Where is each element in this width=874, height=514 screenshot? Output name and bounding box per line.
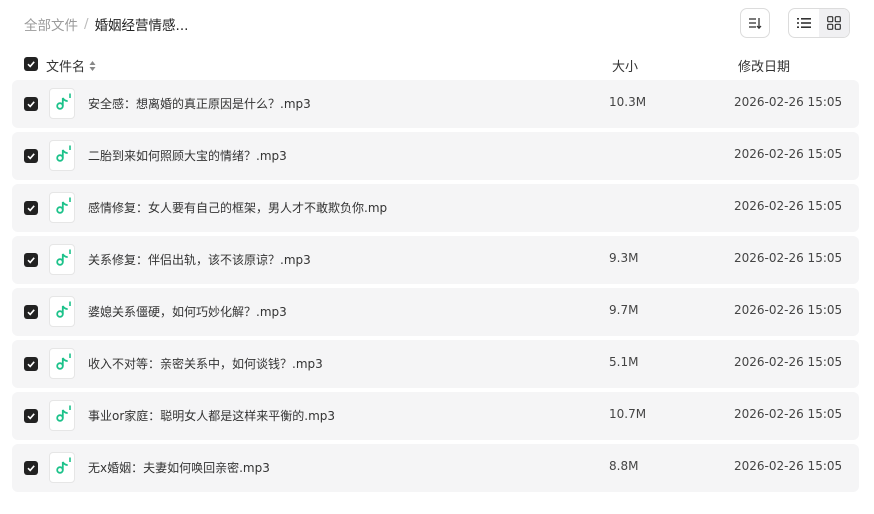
file-size: 10.3M [609,95,647,109]
file-size: 9.3M [609,251,639,265]
table-row[interactable]: 收入不对等：亲密关系中，如何谈钱？.mp3 5.1M 2026-02-26 15… [12,340,859,388]
audio-file-icon [49,244,75,275]
row-checkbox[interactable] [24,149,38,163]
audio-file-icon [49,88,75,119]
sort-toggle-icon [89,60,96,72]
breadcrumb-current-folder: 婚姻经营情感... [94,18,189,34]
row-checkbox[interactable] [24,409,38,423]
file-date: 2026-02-26 15:05 [734,355,843,369]
grid-view-icon [827,16,841,30]
checkmark-icon [27,153,35,160]
audio-file-icon [49,400,75,431]
checkmark-icon [27,465,35,472]
file-name[interactable]: 无x婚姻：夫妻如何唤回亲密.mp3 [88,459,388,476]
file-name[interactable]: 事业or家庭：聪明女人都是这样来平衡的.mp3 [88,407,388,424]
row-checkbox[interactable] [24,461,38,475]
row-checkbox[interactable] [24,305,38,319]
file-size: 10.7M [609,407,647,421]
column-header-name-label: 文件名 [46,60,86,75]
column-header-date[interactable]: 修改日期 [738,56,790,75]
audio-file-icon [49,140,75,171]
sort-icon [749,18,762,30]
table-header: 文件名 大小 修改日期 [24,54,854,75]
checkmark-icon [27,61,35,68]
list-view-button[interactable] [789,9,819,37]
table-row[interactable]: 无x婚姻：夫妻如何唤回亲密.mp3 8.8M 2026-02-26 15:05 [12,444,859,492]
row-checkbox[interactable] [24,253,38,267]
file-name[interactable]: 收入不对等：亲密关系中，如何谈钱？.mp3 [88,355,388,372]
breadcrumb-root[interactable]: 全部文件 [24,14,78,34]
select-all-checkbox[interactable] [24,57,38,71]
view-toggle [788,8,850,38]
file-name[interactable]: 关系修复：伴侣出轨，该不该原谅？.mp3 [88,251,388,268]
checkmark-icon [27,413,35,420]
file-date: 2026-02-26 15:05 [734,147,843,161]
list-view-icon [797,18,811,28]
table-row[interactable]: 安全感：想离婚的真正原因是什么？.mp3 10.3M 2026-02-26 15… [12,80,859,128]
audio-file-icon [49,192,75,223]
column-header-name[interactable]: 文件名 [46,56,96,75]
file-size: 8.8M [609,459,639,473]
row-checkbox[interactable] [24,201,38,215]
table-row[interactable]: 二胎到来如何照顾大宝的情绪？.mp3 2026-02-26 15:05 [12,132,859,180]
file-name[interactable]: 安全感：想离婚的真正原因是什么？.mp3 [88,95,388,112]
breadcrumb-separator: / [84,16,89,32]
file-name[interactable]: 感情修复：女人要有自己的框架，男人才不敢欺负你.mp3 [88,199,388,216]
checkmark-icon [27,205,35,212]
row-checkbox[interactable] [24,357,38,371]
file-size: 5.1M [609,355,639,369]
table-row[interactable]: 感情修复：女人要有自己的框架，男人才不敢欺负你.mp3 2026-02-26 1… [12,184,859,232]
checkmark-icon [27,361,35,368]
column-header-size[interactable]: 大小 [612,56,638,75]
table-row[interactable]: 事业or家庭：聪明女人都是这样来平衡的.mp3 10.7M 2026-02-26… [12,392,859,440]
audio-file-icon [49,348,75,379]
checkmark-icon [27,257,35,264]
file-date: 2026-02-26 15:05 [734,303,843,317]
breadcrumb: 全部文件 / 婚姻经营情感... [24,14,188,34]
file-date: 2026-02-26 15:05 [734,407,843,421]
checkmark-icon [27,101,35,108]
file-date: 2026-02-26 15:05 [734,459,843,473]
audio-file-icon [49,452,75,483]
file-size: 9.7M [609,303,639,317]
table-row[interactable]: 关系修复：伴侣出轨，该不该原谅？.mp3 9.3M 2026-02-26 15:… [12,236,859,284]
table-row[interactable]: 婆媳关系僵硬，如何巧妙化解？.mp3 9.7M 2026-02-26 15:05 [12,288,859,336]
sort-button[interactable] [740,8,770,38]
grid-view-button[interactable] [819,9,849,37]
audio-file-icon [49,296,75,327]
row-checkbox[interactable] [24,97,38,111]
file-date: 2026-02-26 15:05 [734,199,843,213]
checkmark-icon [27,309,35,316]
file-date: 2026-02-26 15:05 [734,95,843,109]
file-name[interactable]: 二胎到来如何照顾大宝的情绪？.mp3 [88,147,388,164]
file-date: 2026-02-26 15:05 [734,251,843,265]
file-name[interactable]: 婆媳关系僵硬，如何巧妙化解？.mp3 [88,303,388,320]
